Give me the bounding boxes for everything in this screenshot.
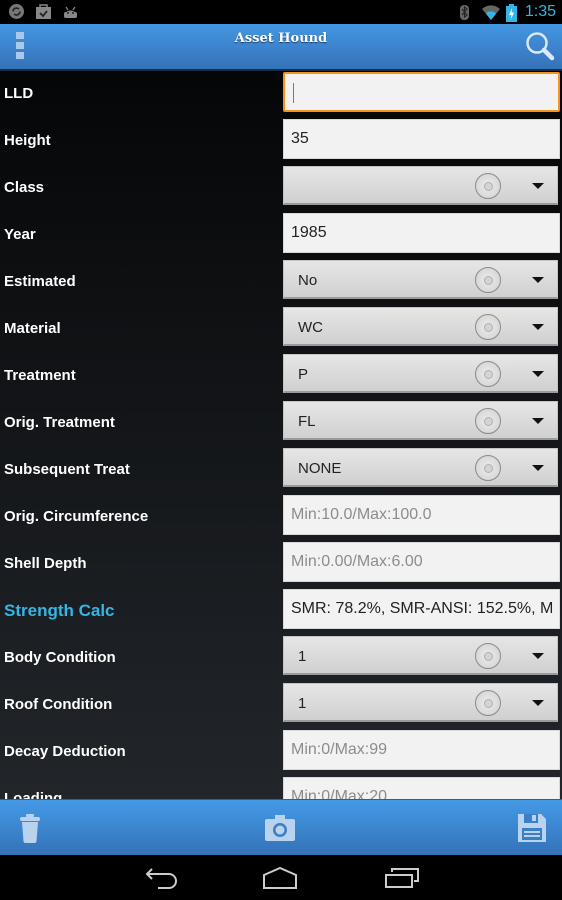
radio-indicator-icon (475, 643, 501, 669)
dropdown-arrow-icon (532, 277, 544, 283)
text-cursor (293, 83, 294, 103)
field-label: LLD (4, 85, 34, 102)
strength-calc-label: Strength Calc (4, 601, 115, 620)
form-row-strength-calc: Strength Calc SMR: 78.2%, SMR-ANSI: 152.… (0, 588, 562, 635)
dropdown-arrow-icon (532, 418, 544, 424)
camera-icon[interactable] (264, 812, 296, 844)
field-label: Estimated (4, 273, 76, 290)
shell-depth-input[interactable]: Min:0.00/Max:6.00 (283, 542, 560, 582)
field-label: Class (4, 179, 45, 196)
dropdown-arrow-icon (532, 371, 544, 377)
status-bar: 1:35 (0, 0, 562, 24)
save-icon[interactable] (516, 812, 548, 844)
delete-icon[interactable] (14, 812, 46, 844)
strength-calc-field[interactable]: SMR: 78.2%, SMR-ANSI: 152.5%, M (283, 589, 560, 629)
radio-indicator-icon (475, 173, 501, 199)
roof-condition-spinner[interactable]: 1 (283, 683, 558, 722)
form-row-orig-treatment: Orig. Treatment FL (0, 400, 562, 447)
form-row-lld: LLD (0, 71, 562, 118)
form-row-class: Class (0, 165, 562, 212)
radio-indicator-icon (475, 267, 501, 293)
field-label: Height (4, 132, 51, 149)
year-input[interactable]: 1985 (283, 213, 560, 253)
subsequent-treat-spinner[interactable]: NONE (283, 448, 558, 487)
action-bar: Asset Hound (0, 24, 562, 71)
bottom-action-bar (0, 799, 562, 855)
bluetooth-icon (456, 4, 473, 21)
radio-indicator-icon (475, 361, 501, 387)
decay-deduction-input[interactable]: Min:0/Max:99 (283, 730, 560, 770)
field-label: Year (4, 226, 36, 243)
wifi-icon (481, 4, 500, 21)
back-icon[interactable] (144, 867, 180, 889)
field-label: Shell Depth (4, 555, 87, 572)
form-row-treatment: Treatment P (0, 353, 562, 400)
lld-input[interactable] (283, 72, 560, 112)
form-row-body-condition: Body Condition 1 (0, 635, 562, 682)
orig-circumference-input[interactable]: Min:10.0/Max:100.0 (283, 495, 560, 535)
loading-input[interactable]: Min:0/Max:20 (283, 777, 560, 799)
field-label: Material (4, 320, 61, 337)
field-label: Treatment (4, 367, 76, 384)
dropdown-arrow-icon (532, 465, 544, 471)
clock: 1:35 (524, 3, 556, 20)
form-row-roof-condition: Roof Condition 1 (0, 682, 562, 729)
navigation-bar (0, 855, 562, 900)
estimated-spinner[interactable]: No (283, 260, 558, 299)
orig-treatment-spinner[interactable]: FL (283, 401, 558, 440)
app-title: Asset Hound (234, 31, 328, 46)
radio-indicator-icon (475, 314, 501, 340)
field-label: Subsequent Treat (4, 461, 130, 478)
form-row-year: Year 1985 (0, 212, 562, 259)
recent-apps-icon[interactable] (384, 867, 420, 889)
android-icon (62, 3, 79, 20)
field-label: Orig. Circumference (4, 508, 149, 525)
radio-indicator-icon (475, 455, 501, 481)
form-row-estimated: Estimated No (0, 259, 562, 306)
dropdown-arrow-icon (532, 183, 544, 189)
form-row-shell-depth: Shell Depth Min:0.00/Max:6.00 (0, 541, 562, 588)
treatment-spinner[interactable]: P (283, 354, 558, 393)
form-row-subsequent-treat: Subsequent Treat NONE (0, 447, 562, 494)
form-row-loading: Loading Min:0/Max:20 (0, 776, 562, 799)
material-spinner[interactable]: WC (283, 307, 558, 346)
dropdown-arrow-icon (532, 324, 544, 330)
sync-icon (8, 3, 25, 20)
radio-indicator-icon (475, 690, 501, 716)
height-input[interactable]: 35 (283, 119, 560, 159)
shopping-bag-check-icon (35, 3, 52, 20)
class-spinner[interactable] (283, 166, 558, 205)
field-label: Loading (4, 790, 63, 799)
field-label: Orig. Treatment (4, 414, 115, 431)
form-row-orig-circumference: Orig. Circumference Min:10.0/Max:100.0 (0, 494, 562, 541)
radio-indicator-icon (475, 408, 501, 434)
form-row-height: Height 35 (0, 118, 562, 165)
field-label: Decay Deduction (4, 743, 126, 760)
form-row-decay-deduction: Decay Deduction Min:0/Max:99 (0, 729, 562, 776)
dropdown-arrow-icon (532, 700, 544, 706)
body-condition-spinner[interactable]: 1 (283, 636, 558, 675)
form-row-material: Material WC (0, 306, 562, 353)
home-icon[interactable] (262, 866, 298, 889)
search-icon[interactable] (524, 30, 556, 62)
asset-form[interactable]: LLD Height 35 Class Year 1985 Estimated … (0, 71, 562, 799)
dropdown-arrow-icon (532, 653, 544, 659)
field-label: Body Condition (4, 649, 116, 666)
field-label: Roof Condition (4, 696, 113, 713)
battery-charging-icon (505, 3, 517, 22)
